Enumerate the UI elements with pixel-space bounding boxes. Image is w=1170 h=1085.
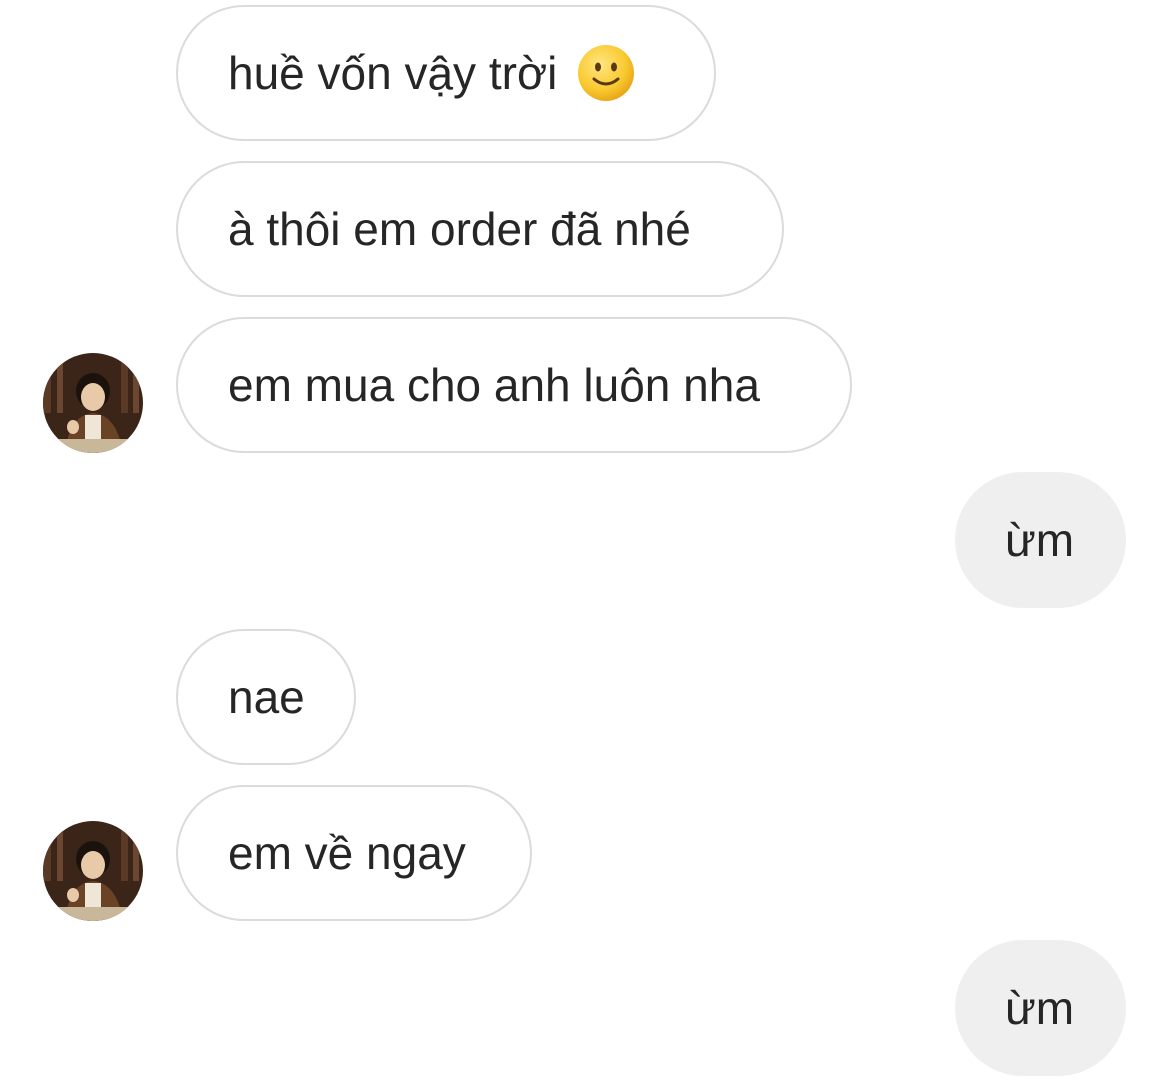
incoming-message-bubble[interactable]: huề vốn vậy trời — [176, 5, 716, 141]
message-text: em mua cho anh luôn nha — [228, 359, 760, 411]
incoming-message-bubble[interactable]: em mua cho anh luôn nha — [176, 317, 852, 453]
contact-avatar[interactable] — [43, 353, 143, 453]
incoming-message-bubble[interactable]: à thôi em order đã nhé — [176, 161, 784, 297]
message-text: em về ngay — [228, 827, 466, 879]
incoming-message-bubble[interactable]: nae — [176, 629, 356, 765]
slightly-smiling-face-icon — [578, 45, 635, 101]
outgoing-message-bubble[interactable]: ừm — [955, 940, 1126, 1076]
avatar-photo — [43, 821, 143, 921]
avatar-photo — [43, 353, 143, 453]
message-thread: huề vốn vậy trời à thôi em order đã nhé — [0, 0, 1170, 1085]
message-text: nae — [228, 671, 305, 723]
message-text: huề vốn vậy trời — [228, 47, 558, 99]
message-text: à thôi em order đã nhé — [228, 203, 691, 255]
message-text: ừm — [1005, 514, 1075, 566]
contact-avatar[interactable] — [43, 821, 143, 921]
message-text: ừm — [1005, 982, 1075, 1034]
outgoing-message-bubble[interactable]: ừm — [955, 472, 1126, 608]
incoming-message-bubble[interactable]: em về ngay — [176, 785, 532, 921]
